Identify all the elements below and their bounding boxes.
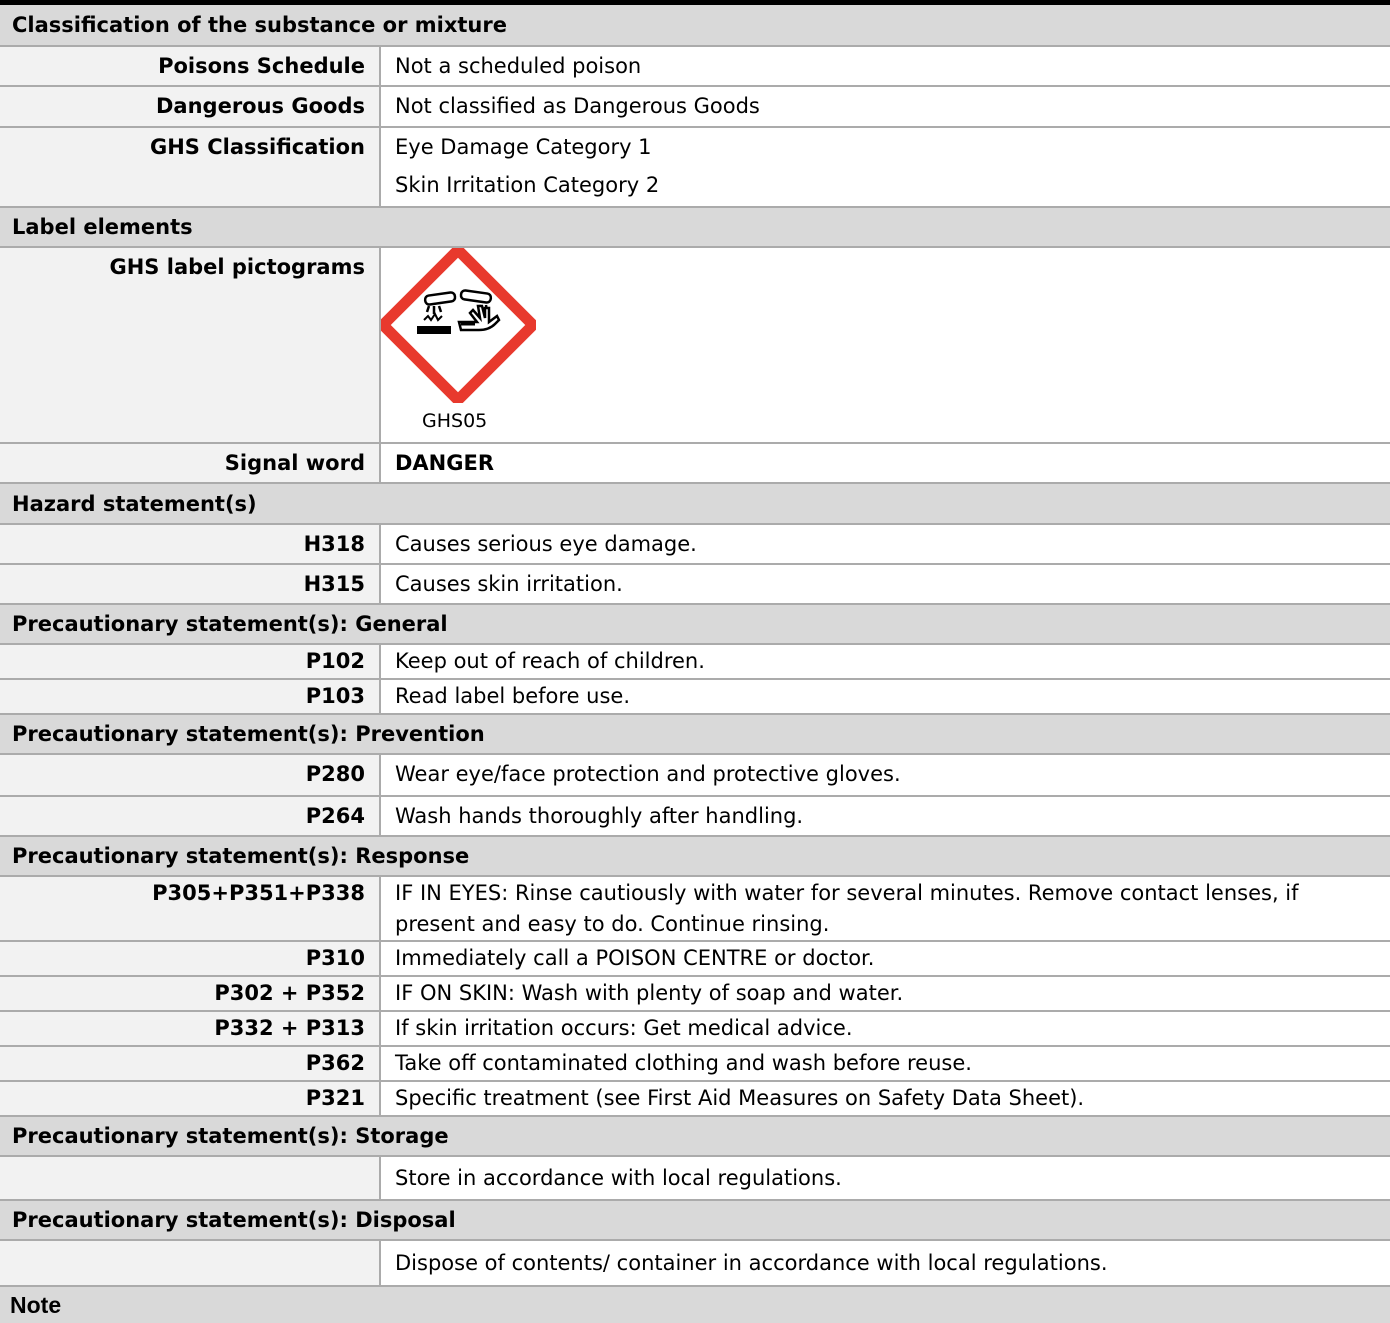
section-heading: Precautionary statement(s): General [0,604,1390,645]
statement-text: Causes skin irritation. [395,572,623,596]
section-heading: Hazard statement(s) [0,483,1390,525]
section-header-row: Hazard statement(s) [0,483,1390,525]
statement-text: IF IN EYES: Rinse cautiously with water … [395,881,1299,905]
section-heading: Precautionary statement(s): Response [0,836,1390,877]
section-header-row: Precautionary statement(s): Response [0,836,1390,877]
table-row: Store in accordance with local regulatio… [0,1156,1390,1201]
table-row: P321 Specific treatment (see First Aid M… [0,1081,1390,1117]
statement-text: Wear eye/face protection and protective … [395,762,901,786]
table-row: P362 Take off contaminated clothing and … [0,1046,1390,1082]
table-row: GHS label pictograms GHS05 [0,242,1390,444]
table-row: H318 Causes serious eye damage. [0,524,1390,565]
statement-code: P305+P351+P338 [0,876,381,942]
statement-text: If skin irritation occurs: Get medical a… [395,1016,853,1040]
sds-label-table: Classification of the substance or mixtu… [0,5,1390,1323]
statement-code: P280 [0,754,381,797]
statement-code: P321 [0,1081,381,1117]
statement-code: H318 [0,524,381,565]
pictogram-code: GHS05 [422,410,488,432]
section-heading: Label elements [0,207,1390,248]
statement-text: present and easy to do. Continue rinsing… [395,912,830,936]
table-row: P102 Keep out of reach of children. [0,644,1390,680]
table-row: P332 + P313 If skin irritation occurs: G… [0,1011,1390,1047]
section-header-row: Precautionary statement(s): Disposal [0,1200,1390,1241]
row-value: Not a scheduled poison [395,54,642,78]
statement-text: Wash hands thoroughly after handling. [395,804,804,828]
statement-code: P310 [0,941,381,977]
table-row: Dangerous Goods Not classified as Danger… [0,86,1390,128]
table-row: P302 + P352 IF ON SKIN: Wash with plenty… [0,976,1390,1012]
row-label: Signal word [0,443,381,484]
statement-text: Immediately call a POISON CENTRE or doct… [395,946,875,970]
section-header-row: Label elements [0,207,1390,248]
table-row: Dispose of contents/ container in accord… [0,1240,1390,1287]
section-heading: Precautionary statement(s): Prevention [0,714,1390,755]
section-header-row: Precautionary statement(s): General [0,604,1390,645]
table-row: Poisons Schedule Not a scheduled poison [0,46,1390,87]
corrosion-icon [375,242,541,408]
statement-code: P302 + P352 [0,976,381,1012]
table-row: P305+P351+P338 IF IN EYES: Rinse cautiou… [0,876,1390,942]
row-value: Skin Irritation Category 2 [395,173,660,197]
row-value: Eye Damage Category 1 [395,135,652,159]
table-row: H315 Causes skin irritation. [0,564,1390,605]
statement-text: Specific treatment (see First Aid Measur… [395,1086,1085,1110]
row-label: GHS Classification [0,127,381,208]
row-label: GHS label pictograms [0,247,381,444]
statement-code: P362 [0,1046,381,1082]
statement-text: IF ON SKIN: Wash with plenty of soap and… [395,981,904,1005]
table-row: P280 Wear eye/face protection and protec… [0,754,1390,797]
section-header-row: Precautionary statement(s): Prevention [0,714,1390,755]
statement-code [0,1156,381,1201]
table-row: P310 Immediately call a POISON CENTRE or… [0,941,1390,977]
statement-code: P332 + P313 [0,1011,381,1047]
statement-code: P264 [0,796,381,837]
note-heading: Note [10,1292,62,1318]
statement-code [0,1240,381,1287]
ghs-pictogram: GHS05 [375,242,541,434]
row-value: Not classified as Dangerous Goods [395,94,760,118]
statement-code: P102 [0,644,381,680]
section-heading: Classification of the substance or mixtu… [0,5,1390,47]
table-row: GHS Classification Eye Damage Category 1… [0,127,1390,208]
statement-code: H315 [0,564,381,605]
statement-text: Keep out of reach of children. [395,649,705,673]
table-row: P264 Wash hands thoroughly after handlin… [0,796,1390,837]
statement-text: Read label before use. [395,684,631,708]
statement-text: Take off contaminated clothing and wash … [395,1051,972,1075]
row-label: Dangerous Goods [0,86,381,128]
statement-text: Causes serious eye damage. [395,532,697,556]
signal-word: DANGER [395,451,495,475]
section-header-row: Classification of the substance or mixtu… [0,5,1390,47]
section-heading: Precautionary statement(s): Storage [0,1116,1390,1157]
section-header-row: Precautionary statement(s): Storage [0,1116,1390,1157]
statement-code: P103 [0,679,381,715]
table-row: Signal word DANGER [0,443,1390,484]
section-heading: Precautionary statement(s): Disposal [0,1200,1390,1241]
table-row: P103 Read label before use. [0,679,1390,715]
statement-text: Dispose of contents/ container in accord… [395,1251,1108,1275]
row-label: Poisons Schedule [0,46,381,87]
statement-text: Store in accordance with local regulatio… [395,1166,842,1190]
